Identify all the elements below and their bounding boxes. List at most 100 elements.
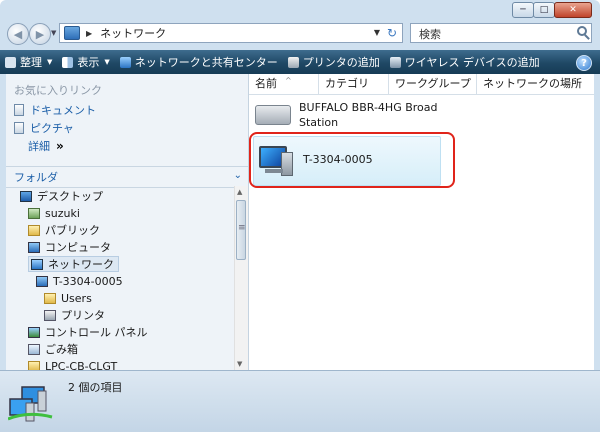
tree-item-label: プリンタ bbox=[61, 309, 105, 322]
column-header-label: 名前 bbox=[255, 77, 277, 90]
command-toolbar: 整理 ▼ 表示 ▼ ネットワークと共有センター プリンタの追加 ワイヤレス デバ… bbox=[0, 50, 600, 74]
minimize-icon: ─ bbox=[520, 5, 526, 15]
minimize-button[interactable]: ─ bbox=[512, 2, 534, 18]
document-icon bbox=[14, 104, 24, 116]
history-dropdown-icon[interactable]: ▼ bbox=[51, 29, 59, 37]
computer-icon bbox=[28, 241, 40, 253]
network-center-button[interactable]: ネットワークと共有センター bbox=[115, 50, 283, 74]
network-computers-icon bbox=[8, 386, 53, 422]
column-header-workgroup[interactable]: ワークグループ bbox=[389, 74, 477, 94]
folders-header[interactable]: フォルダ ⌄ bbox=[6, 166, 248, 188]
tree-item-t3304[interactable]: T-3304-0005 bbox=[36, 273, 123, 289]
column-header-label: カテゴリ bbox=[325, 77, 369, 90]
scroll-down-icon[interactable]: ▼ bbox=[237, 360, 242, 368]
double-chevron-icon: » bbox=[56, 139, 64, 153]
tree-item-label: LPC-CB-CLGT bbox=[45, 359, 118, 371]
address-row: ◀ ▶ ▼ ▶ ネットワーク ▼ ↻ bbox=[0, 20, 600, 48]
more-links-label: 詳細 bbox=[28, 140, 50, 153]
organize-icon bbox=[5, 56, 16, 68]
tree-item-label: パブリック bbox=[45, 224, 100, 237]
scroll-up-icon[interactable]: ▲ bbox=[237, 188, 242, 196]
tree-item-control-panel[interactable]: コントロール パネル bbox=[28, 324, 148, 340]
organize-button[interactable]: 整理 ▼ bbox=[0, 50, 57, 74]
back-button[interactable]: ◀ bbox=[7, 23, 29, 45]
navigation-pane: お気に入りリンク ドキュメント ピクチャ 詳細 » フォルダ ⌄ デスクトップ s… bbox=[6, 74, 249, 370]
tree-item-users[interactable]: Users bbox=[44, 290, 92, 306]
maximize-icon: □ bbox=[539, 5, 549, 15]
favorite-link-pictures[interactable]: ピクチャ bbox=[14, 120, 74, 136]
network-center-label: ネットワークと共有センター bbox=[134, 56, 278, 69]
tree-item-label: Users bbox=[61, 291, 92, 305]
tree-item-label: T-3304-0005 bbox=[53, 274, 123, 288]
column-header-row: 名前 ^ カテゴリ ワークグループ ネットワークの場所 bbox=[249, 74, 594, 95]
tree-item-suzuki[interactable]: suzuki bbox=[28, 205, 80, 221]
wireless-device-icon bbox=[389, 56, 401, 68]
address-dropdown-icon[interactable]: ▼ bbox=[374, 28, 380, 37]
network-icon bbox=[64, 26, 80, 40]
folder-tree-scrollbar[interactable]: ▲ ▼ bbox=[234, 186, 248, 370]
breadcrumb-arrow-icon[interactable]: ▶ bbox=[86, 29, 92, 38]
folder-icon bbox=[28, 224, 40, 236]
add-wireless-button[interactable]: ワイヤレス デバイスの追加 bbox=[385, 50, 545, 74]
column-header-category[interactable]: カテゴリ bbox=[319, 74, 389, 94]
folder-tree: デスクトップ suzuki パブリック コンピュータ ネットワーク T-3304… bbox=[6, 186, 232, 370]
chevron-down-icon: ▼ bbox=[47, 58, 53, 66]
file-item-label: BUFFALO BBR-4HG Broad Station bbox=[299, 100, 438, 130]
add-wireless-label: ワイヤレス デバイスの追加 bbox=[404, 56, 540, 69]
scrollbar-thumb[interactable] bbox=[236, 200, 246, 260]
close-button[interactable]: ✕ bbox=[554, 2, 592, 18]
tree-item-computer[interactable]: コンピュータ bbox=[28, 239, 111, 255]
favorite-link-label: ピクチャ bbox=[30, 122, 74, 135]
add-printer-label: プリンタの追加 bbox=[302, 56, 380, 69]
tree-item-public[interactable]: パブリック bbox=[28, 222, 100, 238]
view-icon bbox=[62, 56, 74, 68]
refresh-icon[interactable]: ↻ bbox=[384, 25, 400, 41]
favorites-title: お気に入りリンク bbox=[14, 84, 102, 97]
tree-item-label: ごみ箱 bbox=[45, 343, 78, 356]
annotation-highlight-box bbox=[249, 132, 455, 188]
control-panel-icon bbox=[28, 326, 40, 338]
help-icon: ? bbox=[581, 57, 587, 69]
favorite-link-documents[interactable]: ドキュメント bbox=[14, 102, 96, 118]
search-box[interactable] bbox=[410, 23, 592, 43]
more-links-button[interactable]: 詳細 » bbox=[28, 138, 64, 154]
file-item-router[interactable]: BUFFALO BBR-4HG Broad Station bbox=[255, 100, 438, 130]
desktop-icon bbox=[20, 190, 32, 202]
close-icon: ✕ bbox=[569, 5, 577, 15]
search-input[interactable] bbox=[417, 25, 571, 43]
view-button[interactable]: 表示 ▼ bbox=[57, 50, 114, 74]
column-header-name[interactable]: 名前 ^ bbox=[249, 74, 319, 94]
search-icon[interactable] bbox=[577, 26, 587, 36]
help-button[interactable]: ? bbox=[576, 55, 592, 71]
item-count: 2 個の項目 bbox=[68, 381, 123, 394]
maximize-button[interactable]: □ bbox=[533, 2, 555, 18]
tree-item-network[interactable]: ネットワーク bbox=[28, 256, 119, 272]
sort-arrow-icon: ^ bbox=[285, 76, 292, 85]
chevron-down-icon: ▼ bbox=[104, 58, 110, 66]
add-printer-button[interactable]: プリンタの追加 bbox=[283, 50, 385, 74]
tree-item-printers[interactable]: プリンタ bbox=[44, 307, 105, 323]
arrow-right-icon: ▶ bbox=[35, 27, 45, 41]
folder-icon bbox=[28, 360, 40, 370]
organize-label: 整理 bbox=[20, 56, 42, 69]
content-area: お気に入りリンク ドキュメント ピクチャ 詳細 » フォルダ ⌄ デスクトップ s… bbox=[6, 74, 594, 370]
pictures-icon bbox=[14, 122, 24, 134]
network-center-icon bbox=[119, 56, 131, 68]
favorite-link-label: ドキュメント bbox=[30, 104, 96, 117]
address-path[interactable]: ネットワーク bbox=[100, 25, 166, 41]
forward-button[interactable]: ▶ bbox=[29, 23, 51, 45]
address-bar[interactable]: ▶ ネットワーク ▼ ↻ bbox=[59, 23, 403, 43]
router-icon bbox=[255, 105, 291, 125]
tree-item-recycle-bin[interactable]: ごみ箱 bbox=[28, 341, 78, 357]
tree-item-label: コントロール パネル bbox=[45, 326, 148, 339]
file-item-label-line2: Station bbox=[299, 116, 339, 129]
tree-item-lpc[interactable]: LPC-CB-CLGT bbox=[28, 358, 117, 370]
folders-title: フォルダ bbox=[14, 171, 58, 184]
column-header-label: ワークグループ bbox=[395, 77, 471, 90]
explorer-window: ─ □ ✕ ◀ ▶ ▼ ▶ ネットワーク ▼ ↻ 整理 ▼ 表示 ▼ bbox=[0, 0, 600, 432]
computer-icon bbox=[36, 275, 48, 287]
file-list-pane: 名前 ^ カテゴリ ワークグループ ネットワークの場所 BUFFALO BBR-… bbox=[249, 74, 594, 370]
tree-item-desktop[interactable]: デスクトップ bbox=[20, 188, 103, 204]
network-icon bbox=[31, 258, 43, 270]
column-header-network-location[interactable]: ネットワークの場所 bbox=[477, 74, 594, 94]
